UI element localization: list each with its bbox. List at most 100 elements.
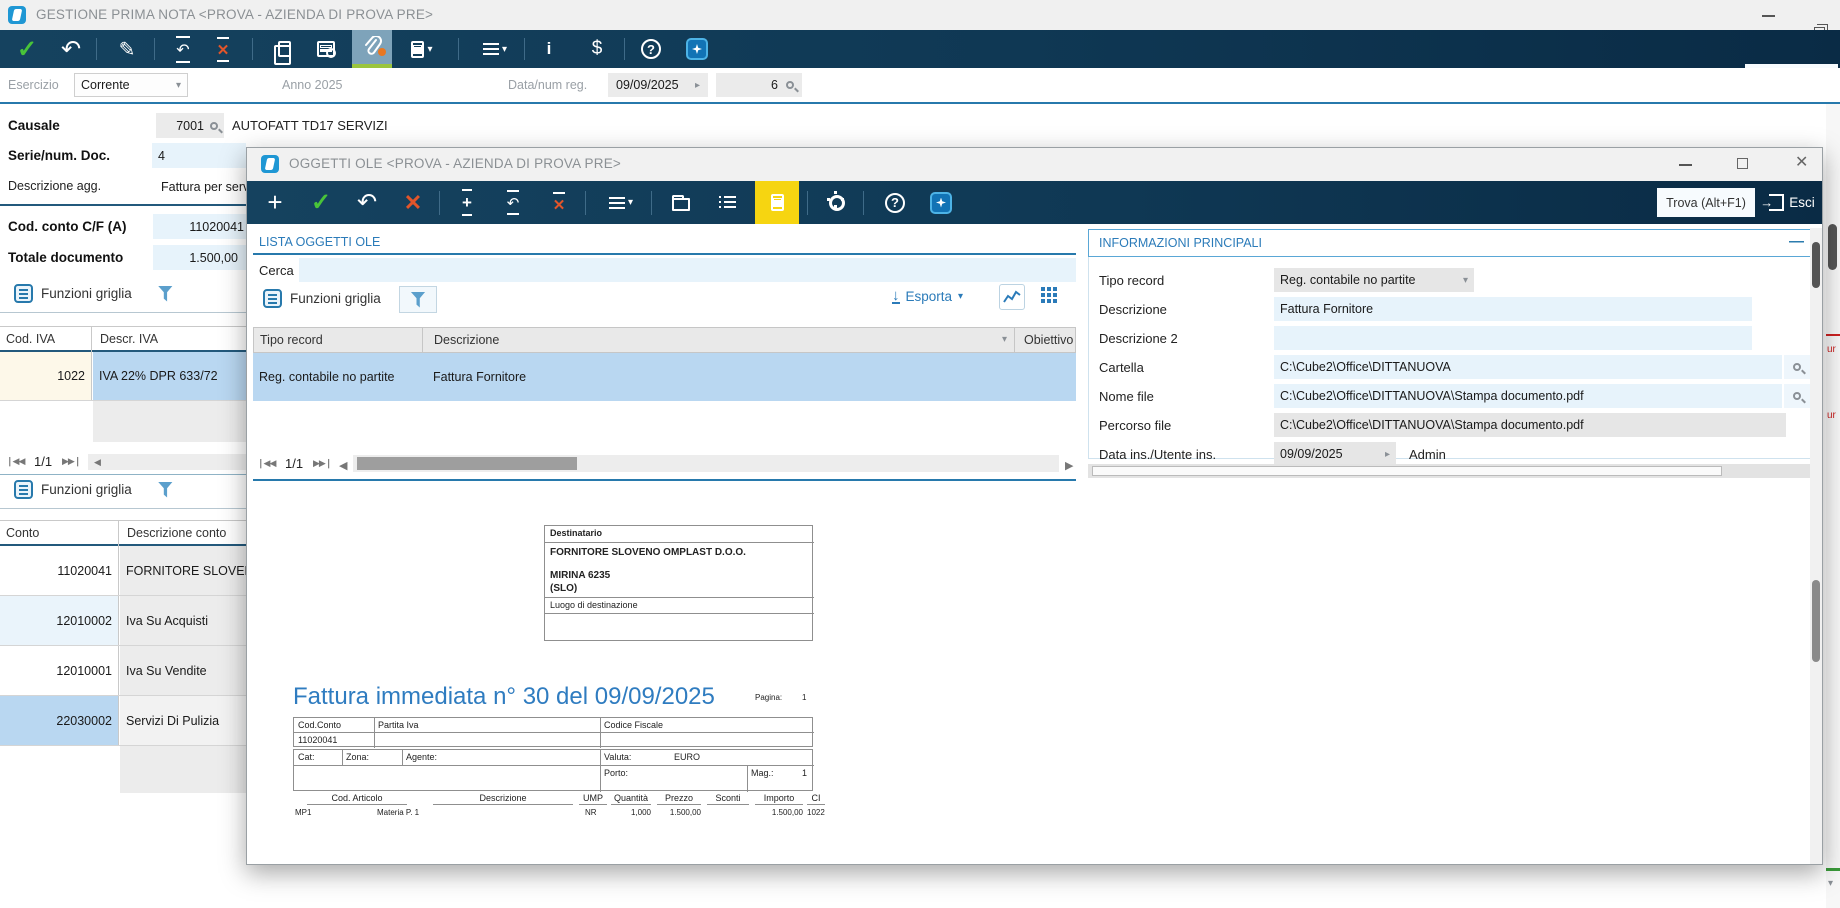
revise-row-button[interactable]: ↶ bbox=[493, 181, 533, 224]
assistant-button[interactable] bbox=[919, 181, 963, 224]
dialog-maximize-icon[interactable] bbox=[1737, 158, 1748, 169]
first-page-icon[interactable]: ❘◀◀ bbox=[6, 456, 24, 467]
conto-cell[interactable]: 11020041 bbox=[0, 546, 119, 595]
last-page-icon[interactable]: ▶▶❘ bbox=[62, 456, 80, 467]
conti-row[interactable]: 11020041 FORNITORE SLOVENO bbox=[0, 546, 246, 595]
filter-funnel-icon[interactable] bbox=[158, 286, 173, 302]
conti-row-selected[interactable]: 22030002 Servizi Di Pulizia bbox=[0, 695, 246, 745]
descrizione-agg-field[interactable]: Fattura per serv bbox=[161, 174, 246, 199]
first-page-icon[interactable]: ❘◀◀ bbox=[257, 458, 275, 469]
descrizione2-field[interactable] bbox=[1274, 326, 1752, 350]
chart-button[interactable] bbox=[999, 284, 1025, 310]
minimize-icon[interactable] bbox=[1762, 15, 1775, 17]
iva-empty-row[interactable] bbox=[0, 400, 246, 441]
cartella-lookup-button[interactable] bbox=[1784, 355, 1810, 379]
add-button[interactable]: + bbox=[255, 181, 295, 224]
funzioni-griglia-button-2[interactable]: Funzioni griglia bbox=[14, 480, 173, 499]
scroll-left-icon[interactable]: ◀ bbox=[339, 459, 346, 472]
dialog-funzioni-griglia-button[interactable]: Funzioni griglia bbox=[263, 289, 381, 308]
dialog-v-scrollbar-track[interactable] bbox=[1810, 228, 1822, 864]
delete-row-button[interactable]: ✕ bbox=[539, 181, 579, 224]
numero-registrazione-field[interactable]: 6 bbox=[716, 73, 802, 97]
col-descrizione[interactable]: Descrizione bbox=[434, 333, 499, 347]
nome-file-lookup-button[interactable] bbox=[1784, 384, 1810, 408]
info-h-scrollbar-track[interactable] bbox=[1088, 464, 1815, 478]
dialog-close-icon[interactable]: ✕ bbox=[1795, 155, 1808, 171]
descrizione-conto-cell[interactable]: FORNITORE SLOVENO bbox=[120, 546, 246, 595]
settings-button[interactable] bbox=[815, 181, 859, 224]
filter-button[interactable] bbox=[399, 286, 437, 313]
document-active-button[interactable] bbox=[755, 181, 799, 224]
col-obiettivo[interactable]: Obiettivo bbox=[1024, 333, 1077, 347]
delete-button[interactable]: ✕ bbox=[393, 181, 433, 224]
currency-button[interactable]: $ bbox=[578, 30, 616, 68]
causale-field[interactable]: 7001 bbox=[156, 113, 224, 138]
undo-button[interactable]: ↶ bbox=[52, 30, 90, 68]
menu-button[interactable]: ▾ bbox=[595, 181, 647, 224]
scroll-left-icon[interactable]: ◀ bbox=[94, 457, 100, 468]
collapse-icon[interactable]: — bbox=[1789, 233, 1804, 250]
v-scrollbar-thumb[interactable] bbox=[1828, 224, 1837, 270]
conti-row[interactable]: 12010002 Iva Su Acquisti bbox=[0, 595, 246, 645]
confirm-button[interactable]: ✓ bbox=[301, 181, 341, 224]
h-scrollbar-track[interactable] bbox=[88, 454, 246, 470]
tipo-record-select[interactable]: Reg. contabile no partite ▾ bbox=[1274, 268, 1474, 292]
undo-button[interactable]: ↶ bbox=[347, 181, 387, 224]
conti-row[interactable]: 12010001 Iva Su Vendite bbox=[0, 645, 246, 695]
data-inserimento-field[interactable]: 09/09/2025 ▸ bbox=[1274, 442, 1396, 466]
serie-field[interactable]: 4 bbox=[152, 143, 246, 168]
esercizio-select[interactable]: Corrente ▾ bbox=[74, 73, 188, 97]
dialog-trova-button[interactable]: Trova (Alt+F1) bbox=[1657, 188, 1755, 217]
duplicate-button[interactable] bbox=[264, 30, 304, 68]
last-page-icon[interactable]: ▶▶❘ bbox=[313, 458, 331, 469]
conto-cell[interactable]: 22030002 bbox=[0, 696, 119, 746]
totale-field[interactable]: 1.500,00 bbox=[153, 245, 246, 270]
documents-menu-button[interactable]: ▾ bbox=[398, 30, 446, 68]
list-button[interactable] bbox=[705, 181, 749, 224]
registry-search-button[interactable] bbox=[306, 30, 346, 68]
conti-col-conto[interactable]: Conto bbox=[0, 521, 119, 547]
confirm-button[interactable]: ✓ bbox=[8, 30, 46, 68]
iva-col-cod[interactable]: Cod. IVA bbox=[0, 327, 92, 353]
conti-empty-row[interactable] bbox=[0, 745, 246, 792]
nome-file-field[interactable]: C:\Cube2\Office\DITTANUOVA\Stampa docume… bbox=[1274, 384, 1782, 408]
cod-conto-field[interactable]: 11020041 bbox=[153, 214, 246, 239]
scroll-down-icon[interactable]: ▾ bbox=[1828, 878, 1833, 889]
help-button[interactable]: ? bbox=[632, 30, 670, 68]
descrizione-field[interactable]: Fattura Fornitore bbox=[1274, 297, 1752, 321]
descrizione-conto-cell[interactable]: Iva Su Vendite bbox=[120, 646, 246, 696]
iva-descr-cell[interactable]: IVA 22% DPR 633/72 bbox=[93, 352, 246, 400]
filter-funnel-icon[interactable] bbox=[158, 482, 173, 498]
edit-button[interactable]: ✎ bbox=[108, 30, 146, 68]
filter-caret-icon[interactable]: ▾ bbox=[1002, 334, 1007, 345]
revise-row-button[interactable]: ↶ bbox=[164, 30, 202, 68]
delete-row-button[interactable]: ✕ bbox=[204, 30, 242, 68]
insert-row-button[interactable]: + bbox=[447, 181, 487, 224]
esporta-button[interactable]: ↓ Esporta ▾ bbox=[892, 289, 963, 304]
esci-button[interactable]: Esci bbox=[1763, 188, 1821, 217]
iva-cod-cell[interactable]: 1022 bbox=[0, 352, 92, 400]
info-button[interactable]: i bbox=[530, 30, 568, 68]
col-tipo-record[interactable]: Tipo record bbox=[260, 333, 323, 347]
open-folder-button[interactable] bbox=[659, 181, 703, 224]
iva-row[interactable]: 1022 IVA 22% DPR 633/72 bbox=[0, 352, 246, 400]
h-scrollbar-thumb[interactable] bbox=[357, 457, 577, 470]
info-h-scrollbar-thumb[interactable] bbox=[1092, 466, 1722, 476]
descrizione-conto-cell[interactable]: Iva Su Acquisti bbox=[120, 596, 246, 646]
grid-view-button[interactable] bbox=[1041, 287, 1045, 291]
iva-col-descr[interactable]: Descr. IVA bbox=[94, 327, 246, 353]
assistant-button[interactable] bbox=[676, 30, 718, 68]
attachments-button[interactable] bbox=[352, 30, 392, 68]
cerca-input[interactable] bbox=[299, 258, 1076, 282]
dialog-minimize-icon[interactable] bbox=[1679, 164, 1692, 166]
scroll-right-icon[interactable]: ▶ bbox=[1065, 459, 1072, 472]
cartella-field[interactable]: C:\Cube2\Office\DITTANUOVA bbox=[1274, 355, 1782, 379]
conti-col-descr[interactable]: Descrizione conto bbox=[121, 521, 246, 547]
funzioni-griglia-button[interactable]: Funzioni griglia bbox=[14, 284, 173, 303]
data-registrazione-field[interactable]: 09/09/2025 ▸ bbox=[608, 73, 708, 97]
menu-button[interactable]: ▾ bbox=[470, 30, 520, 68]
lista-selected-row[interactable]: Reg. contabile no partite Fattura Fornit… bbox=[253, 353, 1076, 401]
descrizione-conto-cell[interactable]: Servizi Di Pulizia bbox=[120, 696, 246, 746]
conto-cell[interactable]: 12010001 bbox=[0, 646, 119, 696]
preview-v-scrollbar-thumb[interactable] bbox=[1812, 580, 1820, 662]
